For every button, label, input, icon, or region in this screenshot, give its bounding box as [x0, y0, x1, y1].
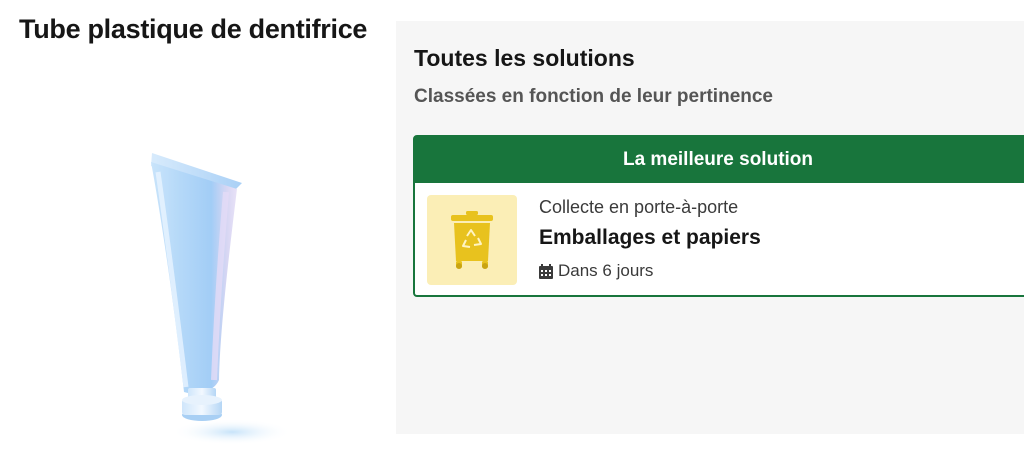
best-solution-label: La meilleure solution — [622, 149, 814, 170]
page: Tube plastique de dentifrice Toutes les … — [0, 0, 1024, 449]
product-title: Tube plastique de dentifrice — [19, 14, 368, 44]
bin-tile — [427, 195, 517, 285]
collection-method: Collecte en porte-à-porte — [539, 197, 739, 217]
best-solution-card[interactable]: La meilleure solution Collecte en porte-… — [413, 135, 1024, 297]
panel-subtitle: Classées en fonction de leur pertinence — [414, 86, 773, 107]
solutions-panel: Toutes les solutions Classées en fonctio… — [396, 21, 1024, 434]
yellow-recycling-bin-icon — [451, 211, 493, 269]
toothpaste-tube-icon — [151, 153, 292, 445]
schedule-label: Dans 6 jours — [558, 261, 654, 280]
calendar-icon — [539, 263, 553, 279]
bin-destination: Emballages et papiers — [539, 226, 761, 249]
best-solution-header: La meilleure solution — [415, 137, 1024, 183]
collection-schedule: Dans 6 jours — [539, 261, 653, 281]
product-column: Tube plastique de dentifrice — [0, 0, 396, 449]
panel-title: Toutes les solutions — [414, 45, 635, 71]
